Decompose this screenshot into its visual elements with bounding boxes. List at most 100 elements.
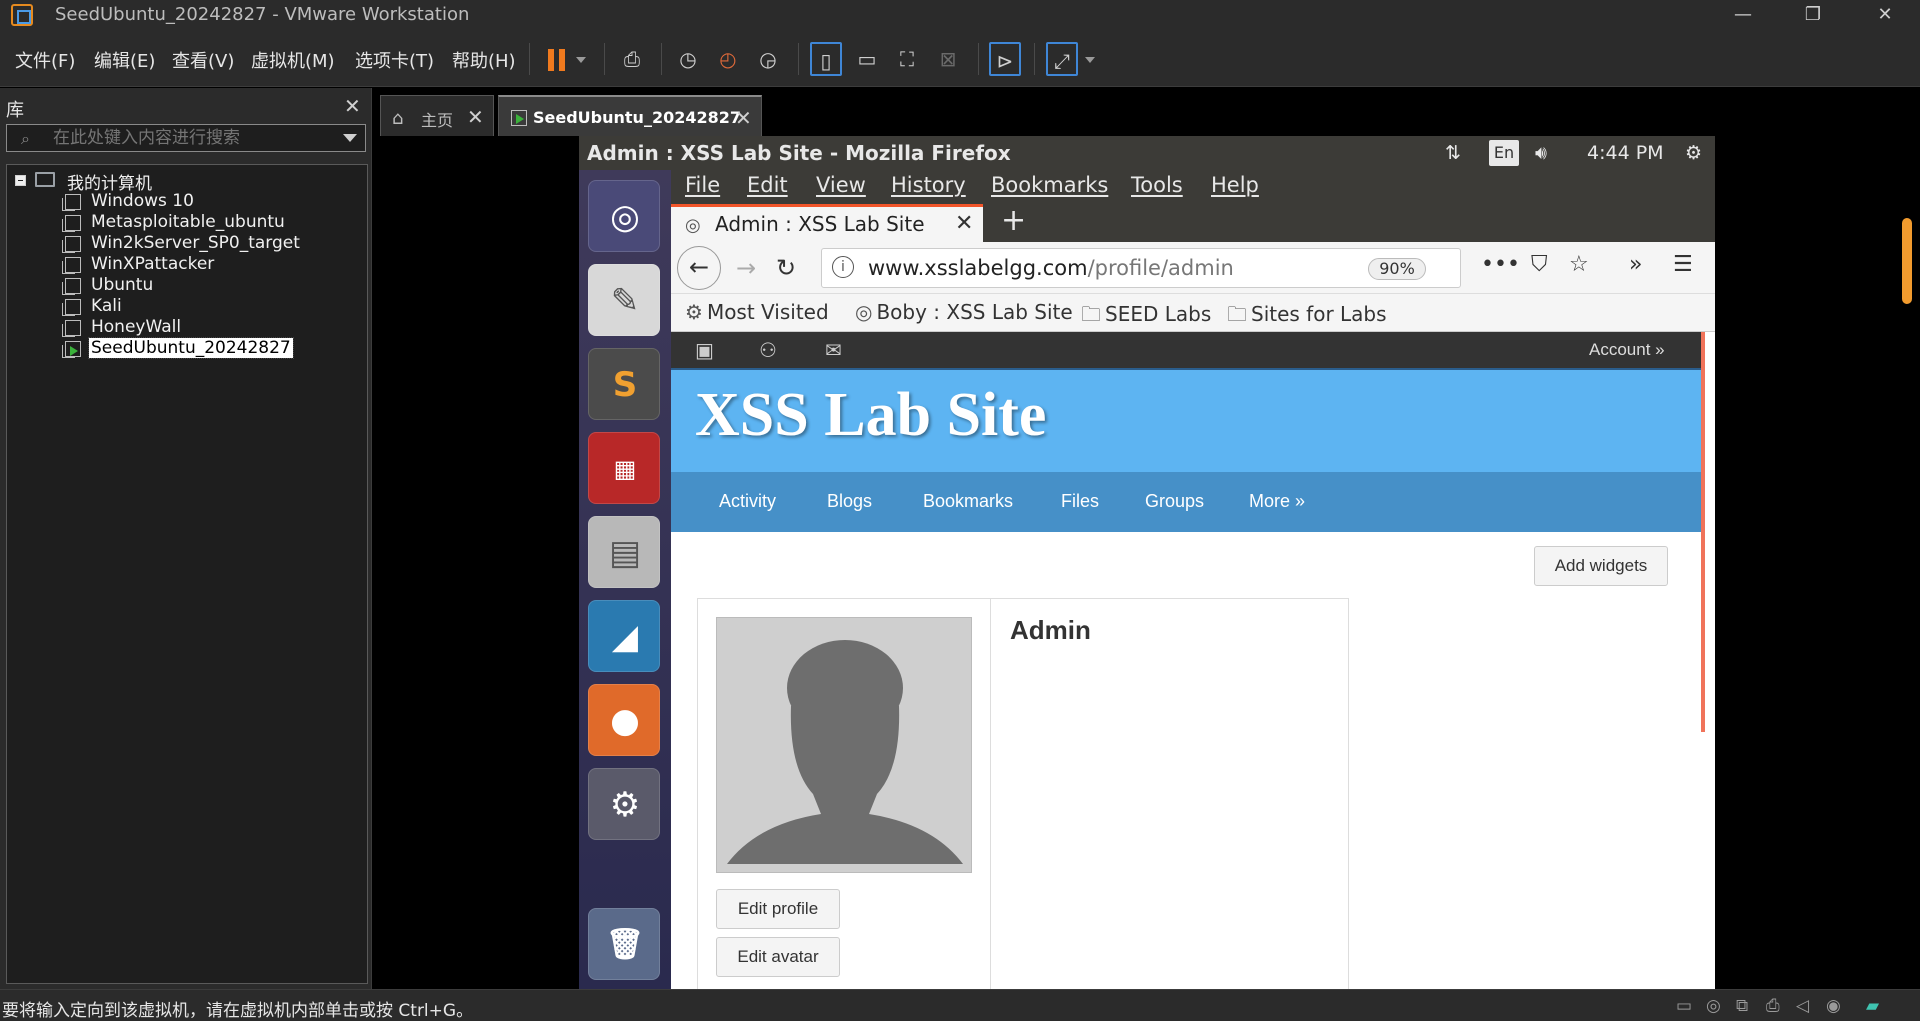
network-adapter-icon[interactable]: ⧉ xyxy=(1736,996,1748,1016)
overflow-chevron-icon[interactable]: » xyxy=(1629,252,1642,277)
full-screen-icon[interactable]: ⛶ xyxy=(891,42,923,76)
firefox-icon[interactable]: ● xyxy=(588,684,660,756)
account-menu[interactable]: Account » xyxy=(1589,340,1665,360)
edit-profile-button[interactable]: Edit profile xyxy=(716,889,840,929)
menu-help[interactable]: 帮助(H) xyxy=(452,47,516,73)
text-editor-icon[interactable]: ✎ xyxy=(588,264,660,336)
volume-icon[interactable]: 🔊︎ xyxy=(1535,142,1547,164)
nav-activity[interactable]: Activity xyxy=(719,491,776,512)
status-bar: 要将输入定向到该虚拟机，请在虚拟机内部单击或按 Ctrl+G。 ▭ ◎ ⧉ ⎙ … xyxy=(0,989,1920,1021)
sublime-text-icon[interactable]: S xyxy=(588,348,660,420)
message-log-icon[interactable]: ▰ xyxy=(1866,996,1879,1016)
network-icon[interactable]: ⇅ xyxy=(1445,142,1461,164)
pause-button[interactable] xyxy=(542,31,588,87)
bookmark-boby[interactable]: ◎ Boby : XSS Lab Site xyxy=(855,300,1073,324)
bookmark-sites-for-labs[interactable]: 🗀︎ Sites for Labs xyxy=(1227,300,1387,334)
send-ctrl-alt-del-icon[interactable]: ⎙ xyxy=(616,42,648,76)
vm-tree: 我的计算机 Windows 10 Metasploitable_ubuntu W… xyxy=(6,164,368,984)
page-actions-icon[interactable]: ••• xyxy=(1481,252,1520,277)
nav-files[interactable]: Files xyxy=(1061,491,1099,512)
avatar xyxy=(716,617,972,873)
sound-card-icon[interactable]: ◁ xyxy=(1796,996,1809,1016)
ff-menu-bookmarks[interactable]: Bookmarks xyxy=(991,173,1108,197)
keyboard-layout-indicator[interactable]: En xyxy=(1489,140,1519,166)
messages-icon[interactable]: ✉ xyxy=(825,338,842,362)
thumbnail-bar-icon[interactable]: ▭ xyxy=(851,42,883,76)
library-close-button[interactable]: ✕ xyxy=(344,94,361,118)
nav-blogs[interactable]: Blogs xyxy=(827,491,872,512)
ff-menu-tools[interactable]: Tools xyxy=(1131,173,1183,197)
wireshark-icon[interactable]: ◢ xyxy=(588,600,660,672)
ff-menu-file[interactable]: File xyxy=(685,173,720,197)
vm-icon xyxy=(62,320,81,337)
console-view-icon[interactable]: ⊳ xyxy=(989,42,1021,76)
show-library-icon[interactable]: ▯ xyxy=(810,42,842,76)
terminal-icon[interactable]: ▦ xyxy=(588,432,660,504)
menu-vm[interactable]: 虚拟机(M) xyxy=(251,47,335,73)
snapshot-icon[interactable]: ◷ xyxy=(672,42,704,76)
ff-tab-admin[interactable]: ◎ Admin : XSS Lab Site ✕ xyxy=(671,204,983,242)
forward-button[interactable]: → xyxy=(729,252,763,286)
cd-drive-icon[interactable]: ◎ xyxy=(1706,996,1721,1016)
menu-edit[interactable]: 编辑(E) xyxy=(94,47,155,73)
url-bar[interactable]: i www.xsslabelgg.com/profile/admin 90% xyxy=(821,248,1461,288)
minimize-button[interactable]: — xyxy=(1714,0,1772,31)
system-settings-icon[interactable]: ⚙ xyxy=(588,768,660,840)
ff-tab-close-icon[interactable]: ✕ xyxy=(955,211,973,236)
tab-close-icon[interactable]: ✕ xyxy=(735,106,752,130)
pocket-icon[interactable]: ⛉ xyxy=(1531,252,1548,277)
vm-icon xyxy=(62,278,81,295)
ff-menu-history[interactable]: History xyxy=(891,173,966,197)
zoom-indicator[interactable]: 90% xyxy=(1368,258,1426,280)
site-name[interactable]: XSS Lab Site xyxy=(695,380,1046,451)
menu-tabs[interactable]: 选项卡(T) xyxy=(355,47,434,73)
edit-avatar-button[interactable]: Edit avatar xyxy=(716,937,840,977)
vm-scrollbar[interactable] xyxy=(1902,218,1912,304)
nav-bookmarks[interactable]: Bookmarks xyxy=(923,491,1013,512)
hard-disk-icon[interactable]: ▭ xyxy=(1676,996,1692,1016)
nav-more[interactable]: More » xyxy=(1249,491,1305,512)
trash-icon[interactable]: 🗑︎ xyxy=(588,908,660,980)
file-manager-icon[interactable]: ▤ xyxy=(588,516,660,588)
add-widgets-button[interactable]: Add widgets xyxy=(1534,546,1668,586)
tab-home[interactable]: ⌂ 主页 ✕ xyxy=(380,95,494,136)
reload-button[interactable]: ↻ xyxy=(769,252,803,286)
collapse-icon[interactable] xyxy=(15,175,26,186)
ff-menu-edit[interactable]: Edit xyxy=(747,173,788,197)
snapshot-manager-icon[interactable]: ◶ xyxy=(752,42,784,76)
chevron-down-icon[interactable] xyxy=(343,134,357,142)
page-scrollbar[interactable] xyxy=(1701,332,1705,732)
vm-tabs: ⌂ 主页 ✕ SeedUbuntu_20242827 ✕ xyxy=(374,88,1920,136)
ff-menu-help[interactable]: Help xyxy=(1211,173,1259,197)
clock[interactable]: 4:44 PM xyxy=(1587,142,1664,164)
menu-file[interactable]: 文件(F) xyxy=(15,47,75,73)
url-text[interactable]: www.xsslabelgg.com/profile/admin xyxy=(868,256,1234,280)
tab-seedubuntu[interactable]: SeedUbuntu_20242827 ✕ xyxy=(498,95,762,136)
ubuntu-dash-icon[interactable]: ◎ xyxy=(588,180,660,252)
bookmark-most-visited[interactable]: ⚙ Most Visited xyxy=(685,300,829,324)
printer-icon[interactable]: ⎙ xyxy=(1766,996,1780,1016)
hamburger-menu-icon[interactable]: ☰ xyxy=(1673,252,1693,277)
stretch-guest-icon[interactable]: ⤢ xyxy=(1046,42,1078,76)
bookmark-seed-labs[interactable]: 🗀︎ SEED Labs xyxy=(1081,300,1211,334)
vm-icon xyxy=(62,257,81,274)
profile-icon[interactable]: ▣ xyxy=(695,338,714,362)
menu-view[interactable]: 查看(V) xyxy=(172,47,234,73)
new-tab-button[interactable]: + xyxy=(1001,203,1026,238)
friends-icon[interactable]: ⚇ xyxy=(759,338,777,362)
restore-button[interactable]: ❐ xyxy=(1784,0,1842,31)
ff-menu-view[interactable]: View xyxy=(816,173,866,197)
chevron-down-icon[interactable] xyxy=(1085,57,1095,63)
revert-snapshot-icon[interactable]: ◴ xyxy=(712,42,744,76)
settings-gear-icon[interactable]: ⚙ xyxy=(1685,142,1702,164)
back-button[interactable]: ← xyxy=(677,246,721,290)
guest-screen[interactable]: Admin : XSS Lab Site - Mozilla Firefox ⇅… xyxy=(579,136,1715,989)
usb-icon[interactable]: ◉ xyxy=(1826,996,1841,1016)
tab-close-icon[interactable]: ✕ xyxy=(467,105,484,129)
library-search-input[interactable] xyxy=(53,128,333,148)
bookmark-star-icon[interactable]: ☆ xyxy=(1569,252,1589,277)
nav-groups[interactable]: Groups xyxy=(1145,491,1204,512)
info-icon[interactable]: i xyxy=(832,256,854,278)
unity-icon[interactable]: ⊠ xyxy=(932,42,964,76)
close-button[interactable]: ✕ xyxy=(1856,0,1914,31)
